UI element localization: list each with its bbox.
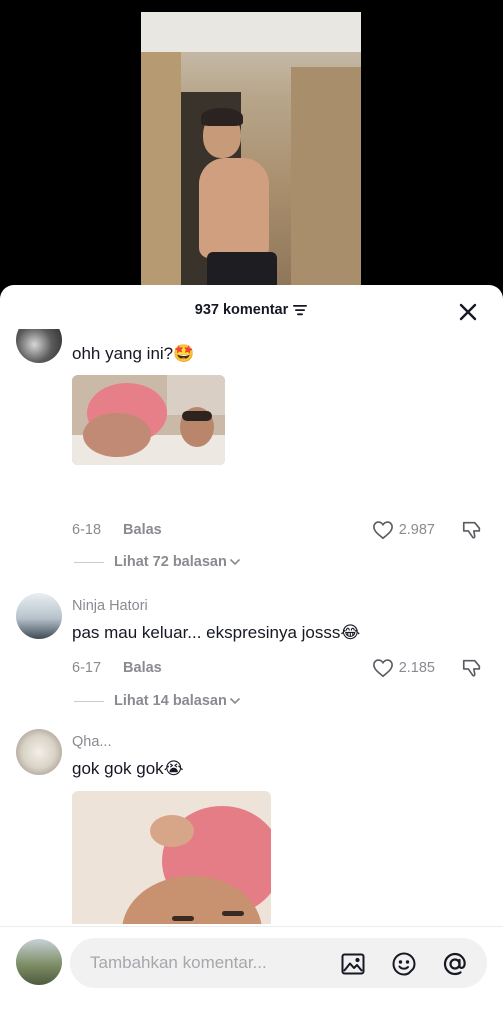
- divider-line: [74, 561, 104, 563]
- avatar[interactable]: [16, 329, 62, 363]
- like-count: 2.185: [398, 660, 435, 676]
- comment-body: gok gok gok: [72, 759, 164, 778]
- comment-input-pill[interactable]: [70, 938, 487, 988]
- comment-item: ohh yang ini?🤩 6-18 Balas 2.987 Lihat 72…: [0, 329, 503, 570]
- reply-button[interactable]: Balas: [123, 660, 162, 676]
- comment-list[interactable]: ohh yang ini?🤩 6-18 Balas 2.987 Lihat 72…: [0, 329, 503, 924]
- heart-icon: [372, 659, 393, 678]
- comment-meta: 6-18 Balas: [72, 522, 162, 538]
- comment-image-content: [72, 375, 225, 465]
- comment-text: pas mau keluar... ekspresinya josss😂: [72, 623, 360, 643]
- comment-username[interactable]: Ninja Hatori: [72, 598, 148, 614]
- chevron-down-icon: [229, 558, 240, 566]
- comment-item: Ninja Hatori pas mau keluar... ekspresin…: [0, 589, 503, 719]
- comment-text: gok gok gok😭: [72, 759, 184, 779]
- view-replies-button[interactable]: Lihat 14 balasan: [74, 693, 241, 709]
- comment-body: pas mau keluar... ekspresinya josss: [72, 623, 341, 642]
- heart-icon: [372, 521, 393, 540]
- mention-icon[interactable]: [442, 951, 468, 977]
- dislike-icon[interactable]: [461, 657, 483, 679]
- view-replies-button[interactable]: Lihat 72 balasan: [74, 554, 241, 570]
- avatar[interactable]: [16, 593, 62, 639]
- view-replies-label: Lihat 72 balasan: [114, 554, 227, 570]
- emoji-icon[interactable]: [391, 951, 417, 977]
- comment-actions: 2.987: [372, 519, 483, 541]
- current-user-avatar[interactable]: [16, 939, 62, 985]
- video-frame-person-hair: [201, 108, 243, 126]
- comment-image-content: [72, 791, 271, 924]
- video-frame-wall-left: [141, 52, 181, 302]
- like-button[interactable]: 2.987: [372, 520, 435, 540]
- comment-meta: 6-17 Balas: [72, 660, 162, 676]
- comment-body: ohh yang ini?: [72, 344, 174, 363]
- comment-actions: 2.185: [372, 657, 483, 679]
- comment-image[interactable]: [72, 791, 271, 924]
- dislike-icon[interactable]: [461, 519, 483, 541]
- video-frame-person: [199, 158, 269, 258]
- avatar[interactable]: [16, 729, 62, 775]
- reply-button[interactable]: Balas: [123, 522, 162, 538]
- video-player[interactable]: [141, 12, 361, 302]
- crying-emoji: 😭: [163, 759, 184, 778]
- laughing-emoji: 😂: [340, 623, 361, 642]
- like-button[interactable]: 2.185: [372, 658, 435, 678]
- divider-line: [74, 700, 104, 702]
- comment-date: 6-17: [72, 660, 102, 676]
- comment-item: Qha... gok gok gok😭: [0, 729, 503, 924]
- video-frame-ceiling: [141, 12, 361, 52]
- comment-count-header[interactable]: 937 komentar: [0, 302, 503, 318]
- image-icon[interactable]: [340, 951, 366, 977]
- filter-lines-icon[interactable]: [292, 303, 308, 317]
- comment-count-label: 937 komentar: [194, 302, 289, 318]
- comment-text: ohh yang ini?🤩: [72, 344, 194, 364]
- comment-input-bar: [0, 926, 503, 1024]
- like-count: 2.987: [398, 522, 435, 538]
- comment-username[interactable]: Qha...: [72, 734, 112, 750]
- chevron-down-icon: [229, 697, 240, 705]
- view-replies-label: Lihat 14 balasan: [114, 693, 227, 709]
- video-frame-wall-right: [291, 67, 361, 302]
- comments-sheet: 937 komentar ohh yang ini?🤩 6-18 Balas 2…: [0, 285, 503, 1024]
- comment-input[interactable]: [90, 938, 330, 988]
- comment-date: 6-18: [72, 522, 102, 538]
- star-struck-emoji: 🤩: [173, 344, 195, 363]
- comment-image[interactable]: [72, 375, 225, 465]
- close-icon[interactable]: [457, 301, 479, 323]
